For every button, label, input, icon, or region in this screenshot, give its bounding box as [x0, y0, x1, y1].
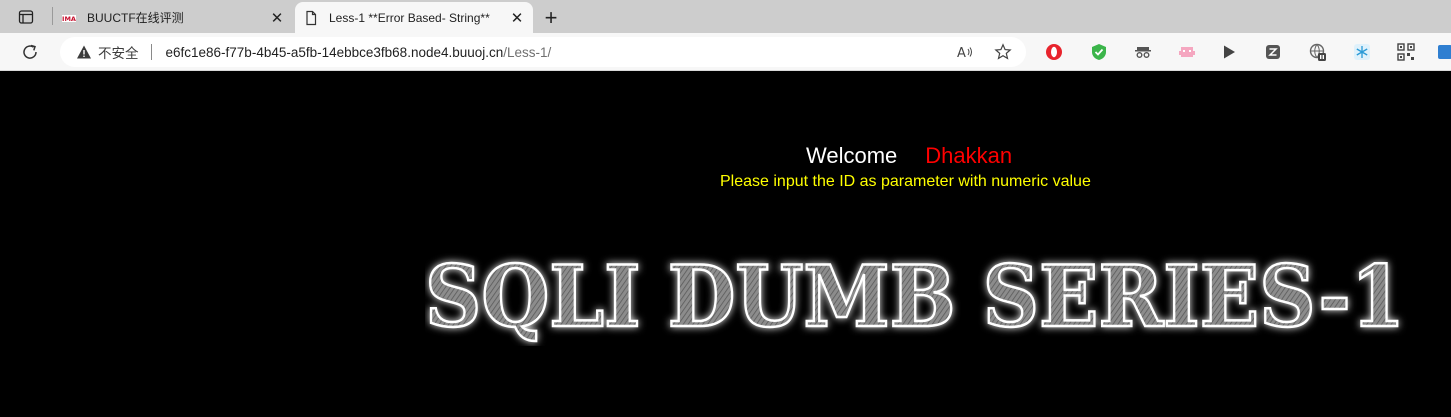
welcome-label: Welcome [806, 143, 898, 168]
omnibox-actions: A [956, 43, 1012, 61]
tab-buuctf[interactable]: IMA BUUCTF在线评测 ✕ [53, 2, 293, 33]
blue-box-icon[interactable] [1436, 42, 1451, 62]
play-icon[interactable] [1219, 42, 1239, 62]
security-status-label[interactable]: 不安全 [98, 42, 139, 62]
instruction-text: Please input the ID as parameter with nu… [720, 173, 1091, 190]
banner-text: SQLI DUMB SERIES-1 [425, 247, 1405, 346]
tab-title: BUUCTF在线评测 [87, 11, 184, 25]
browser-toolbar: 不安全 e6fc1e86-f77b-4b45-a5fb-14ebbce3fb68… [0, 33, 1451, 71]
omnibox-divider [150, 44, 152, 60]
close-icon[interactable]: ✕ [269, 10, 285, 27]
read-aloud-icon[interactable]: A [956, 43, 974, 61]
shield-check-icon[interactable] [1089, 42, 1109, 62]
globe-pause-icon[interactable] [1308, 42, 1328, 62]
favorite-star-icon[interactable] [994, 43, 1012, 61]
svg-text:A: A [957, 46, 966, 61]
close-icon[interactable]: ✕ [509, 10, 525, 27]
welcome-line: Welcome Dhakkan [806, 143, 1012, 169]
opera-icon[interactable] [1044, 42, 1064, 62]
page-content: Welcome Dhakkan Please input the ID as pa… [0, 71, 1451, 417]
tab-title: Less-1 **Error Based- String** [329, 10, 490, 25]
spy-icon[interactable] [1133, 42, 1153, 62]
svg-text:IMA: IMA [62, 15, 76, 23]
z-box-icon[interactable] [1263, 42, 1283, 62]
qr-code-icon[interactable] [1396, 42, 1416, 62]
tab-less-1[interactable]: Less-1 **Error Based- String** ✕ [295, 2, 533, 33]
warning-icon[interactable] [76, 44, 92, 60]
plus-icon: + [544, 4, 558, 30]
url-path[interactable]: /Less-1/ [503, 45, 551, 60]
snowflake-icon[interactable] [1352, 42, 1372, 62]
tab-actions-button[interactable] [0, 0, 52, 33]
tab-actions-icon [18, 9, 34, 24]
address-bar[interactable]: 不安全 e6fc1e86-f77b-4b45-a5fb-14ebbce3fb68… [60, 37, 1026, 67]
buuctf-logo-icon: IMA [61, 10, 77, 26]
new-tab-button[interactable]: + [533, 2, 569, 33]
sqli-banner-image: SQLI DUMB SERIES-1 [425, 246, 1406, 346]
url-host[interactable]: e6fc1e86-f77b-4b45-a5fb-14ebbce3fb68.nod… [166, 45, 504, 60]
tab-strip: IMA BUUCTF在线评测 ✕ Less-1 **Error Based- S… [0, 0, 1451, 33]
user-name: Dhakkan [925, 143, 1013, 168]
reload-icon[interactable] [20, 42, 40, 62]
pixel-invader-icon[interactable] [1177, 42, 1197, 62]
document-icon [303, 10, 319, 26]
